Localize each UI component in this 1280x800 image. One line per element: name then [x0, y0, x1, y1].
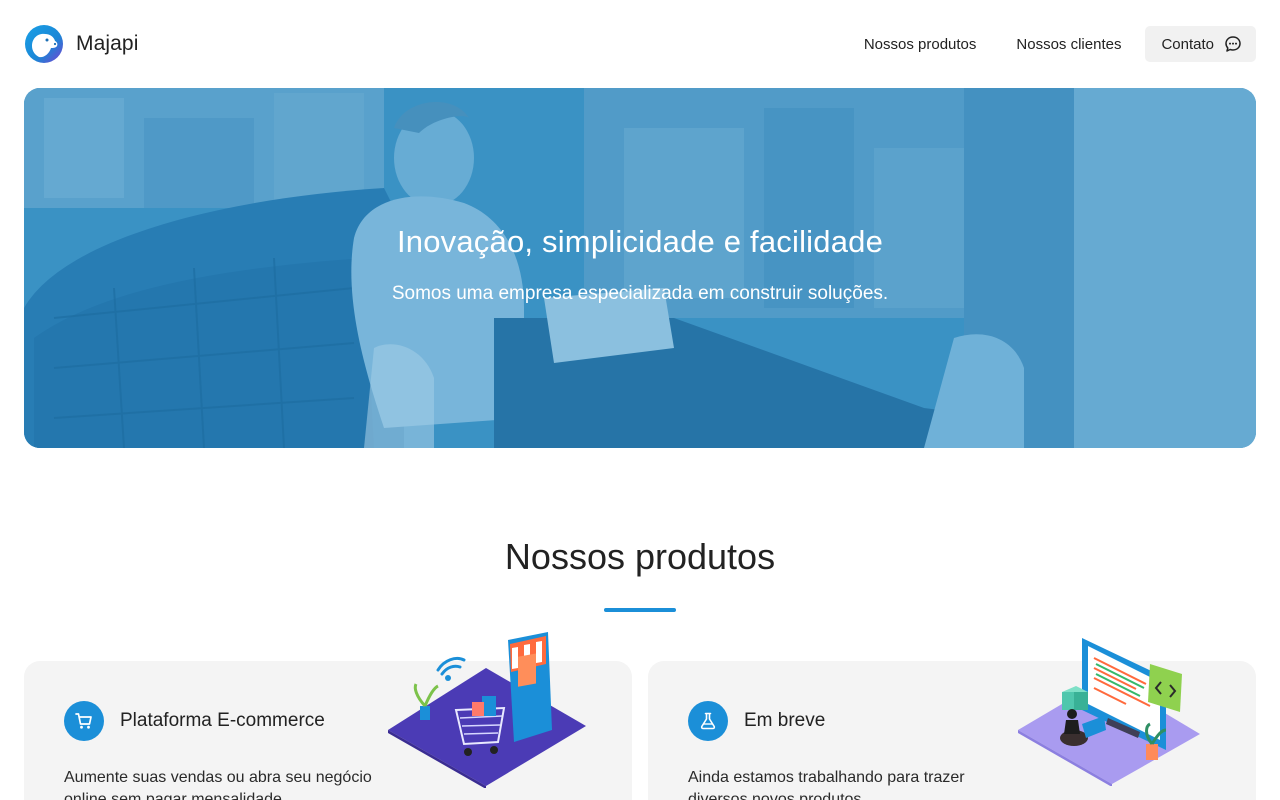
- product-card-title: Em breve: [744, 710, 826, 731]
- products-section-title: Nossos produtos: [504, 536, 776, 577]
- shopping-cart-icon: [64, 701, 104, 741]
- chat-bubble-icon: [1225, 36, 1241, 52]
- product-card-description: Ainda estamos trabalhando para trazer di…: [688, 769, 965, 800]
- ecommerce-illustration: [388, 632, 586, 788]
- hero-color-overlay: [24, 88, 1256, 448]
- contact-button-label: Contato: [1161, 35, 1214, 53]
- site-header: Majapi Nossos produtos Nossos clientes C…: [0, 0, 1280, 88]
- hero-subtitle: Somos uma empresa especializada em const…: [391, 283, 889, 304]
- contact-button[interactable]: Contato: [1145, 26, 1256, 62]
- nav-products-link[interactable]: Nossos produtos: [864, 36, 977, 53]
- development-illustration: [1018, 638, 1200, 786]
- product-card-description: Aumente suas vendas ou abra seu negócio …: [64, 769, 372, 800]
- section-title-underline: [604, 608, 676, 612]
- hero-banner: Inovação, simplicidade e facilidade Somo…: [24, 88, 1256, 448]
- hero-title: Inovação, simplicidade e facilidade: [396, 224, 884, 259]
- nav-clients-link[interactable]: Nossos clientes: [1016, 36, 1121, 53]
- capybara-logo-icon: [25, 25, 63, 63]
- product-card-title: Plataforma E-commerce: [120, 710, 325, 731]
- brand-name: Majapi: [76, 32, 139, 55]
- brand-link[interactable]: Majapi: [24, 24, 138, 64]
- flask-icon: [688, 701, 728, 741]
- main-nav: Nossos produtos Nossos clientes Contato: [864, 26, 1256, 62]
